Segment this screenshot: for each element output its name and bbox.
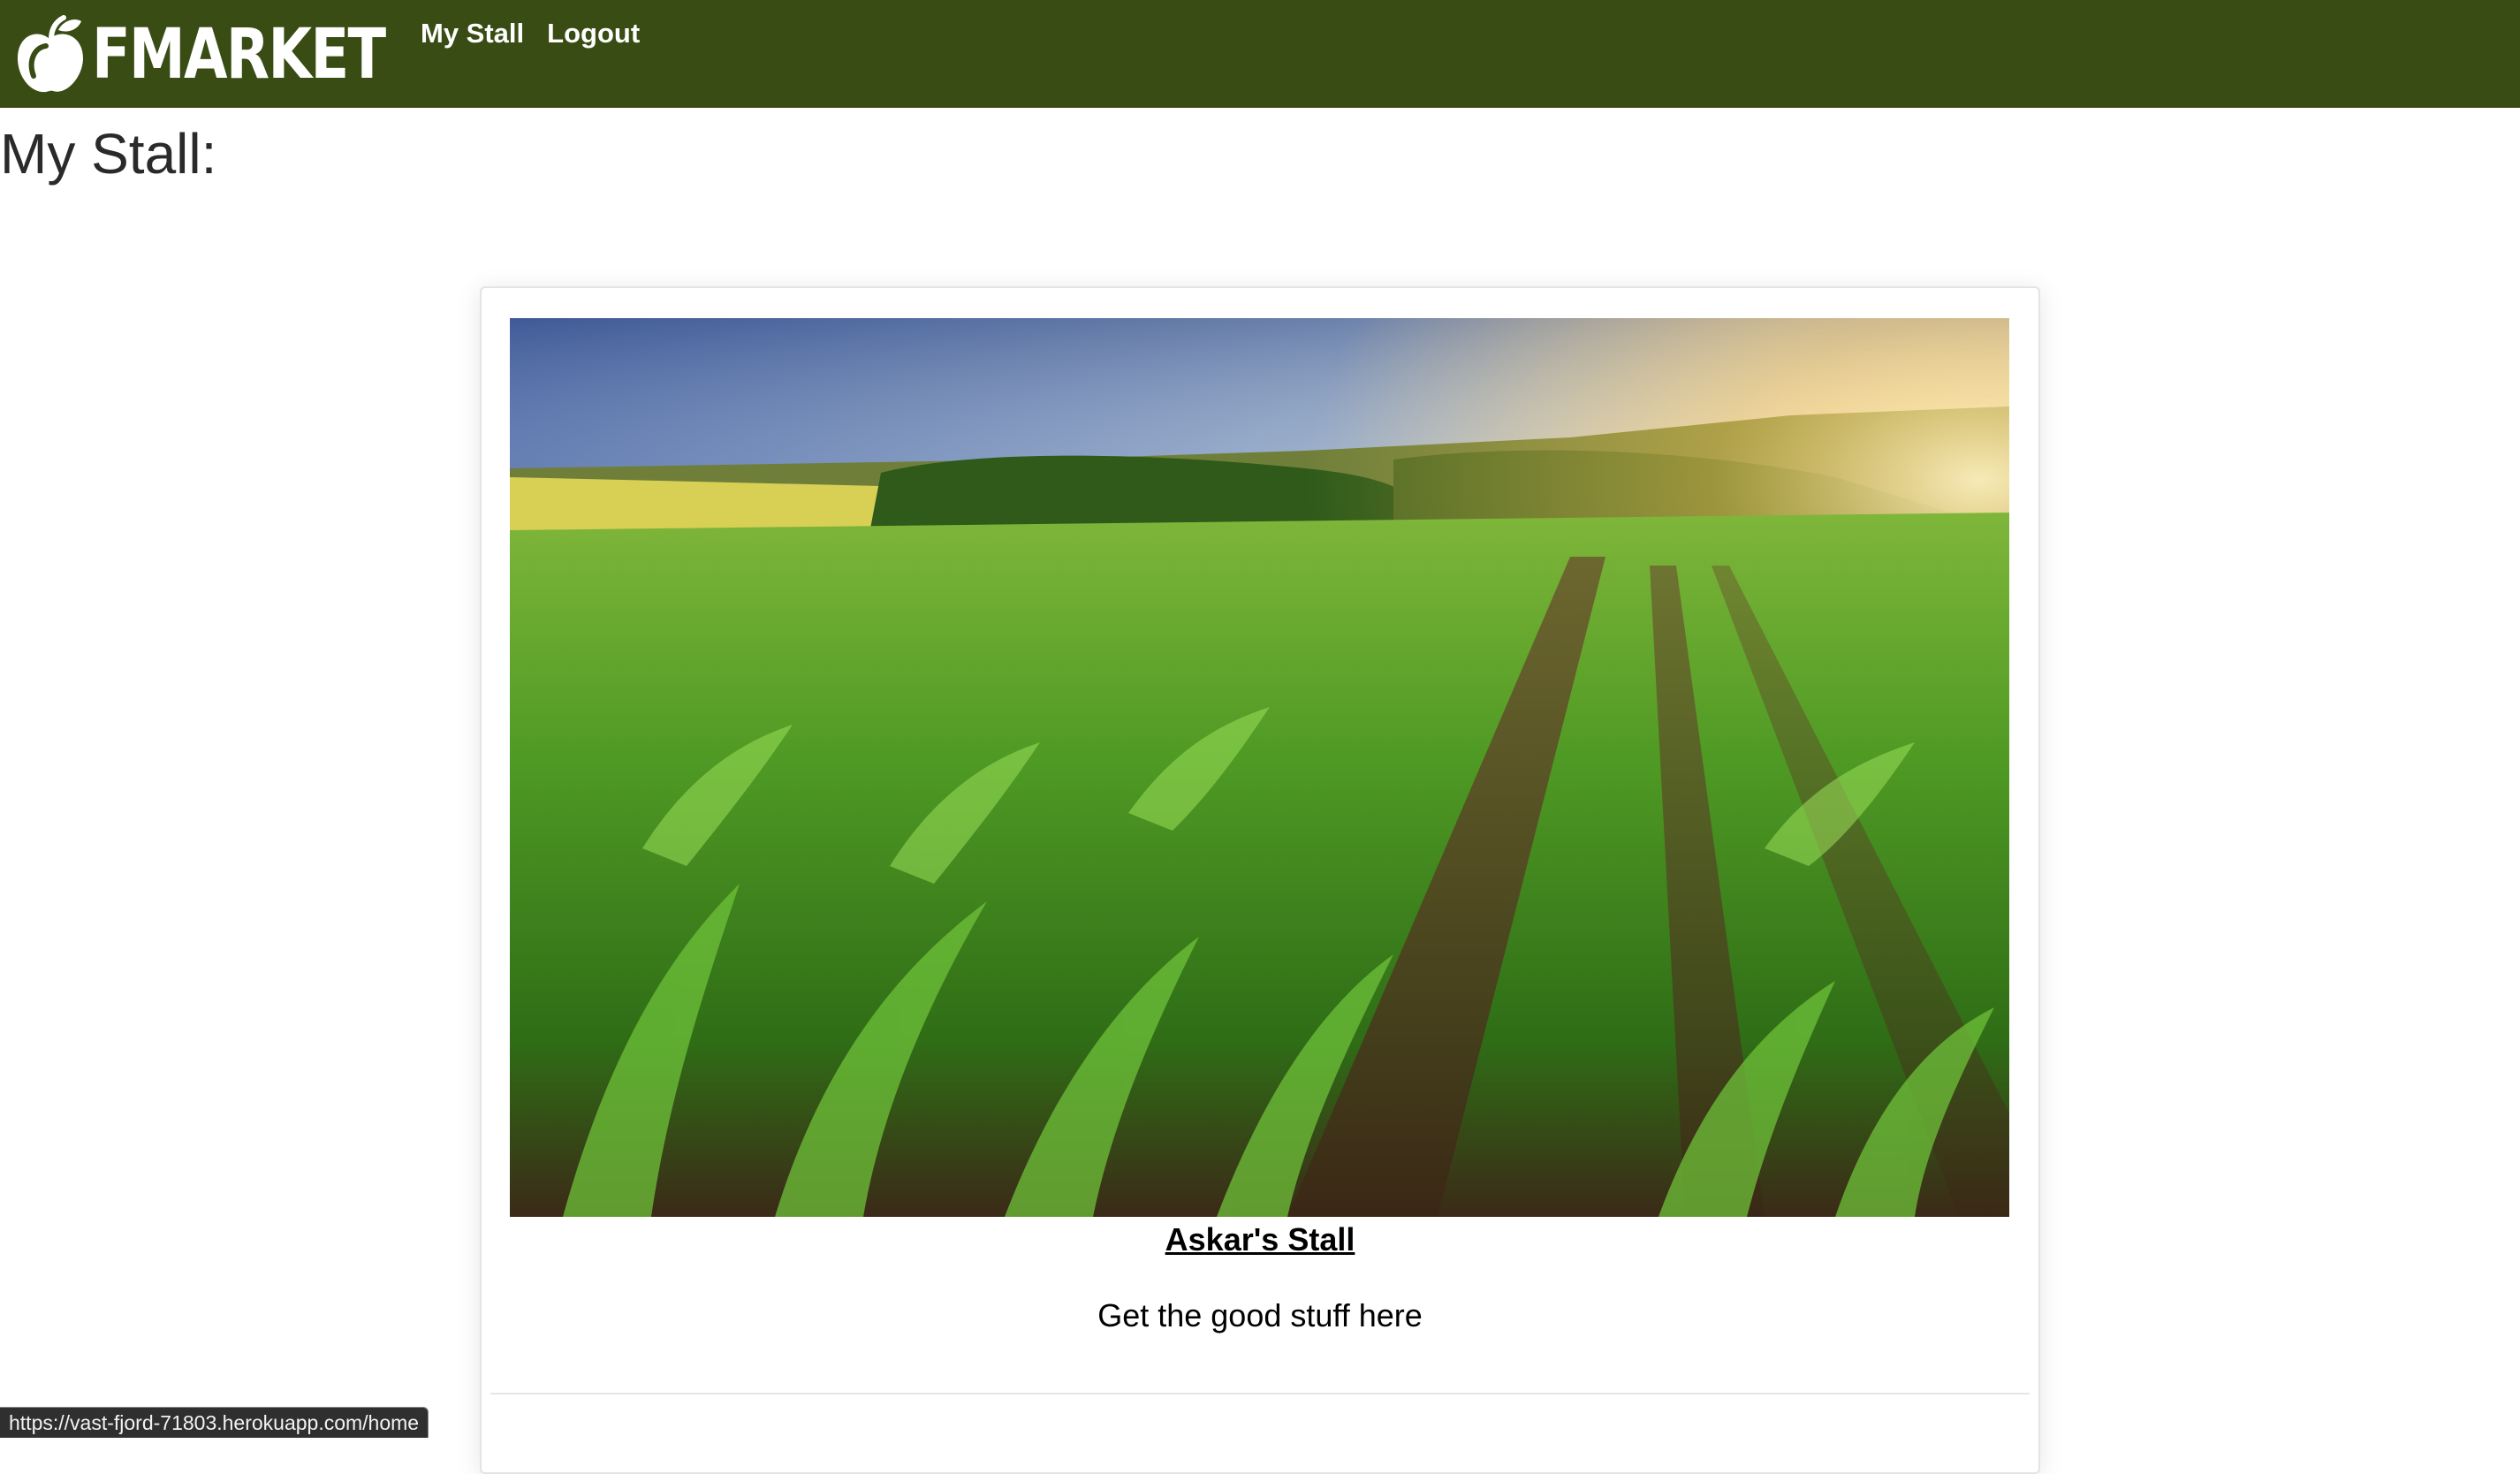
stall-name-link[interactable]: Askar's Stall: [482, 1218, 2038, 1262]
brand-logo[interactable]: FMARKET: [11, 12, 449, 97]
nav-links: My Stall Logout: [421, 14, 640, 53]
page-title: My Stall:: [0, 122, 217, 186]
stall-card: Askar's Stall Get the good stuff here: [480, 286, 2040, 1474]
brand-name: FMARKET: [92, 15, 386, 95]
stall-image: [510, 318, 2009, 1217]
apple-logo-icon: [18, 15, 83, 93]
corn-field-photo-icon: [510, 318, 2009, 1217]
top-navbar: FMARKET My Stall Logout: [0, 0, 2520, 108]
browser-status-url: https://vast-fjord-71803.herokuapp.com/h…: [0, 1407, 429, 1438]
stall-description: Get the good stuff here: [1097, 1297, 1423, 1333]
nav-link-logout[interactable]: Logout: [547, 14, 640, 53]
nav-link-my-stall[interactable]: My Stall: [421, 14, 524, 53]
card-divider: [490, 1393, 2030, 1394]
